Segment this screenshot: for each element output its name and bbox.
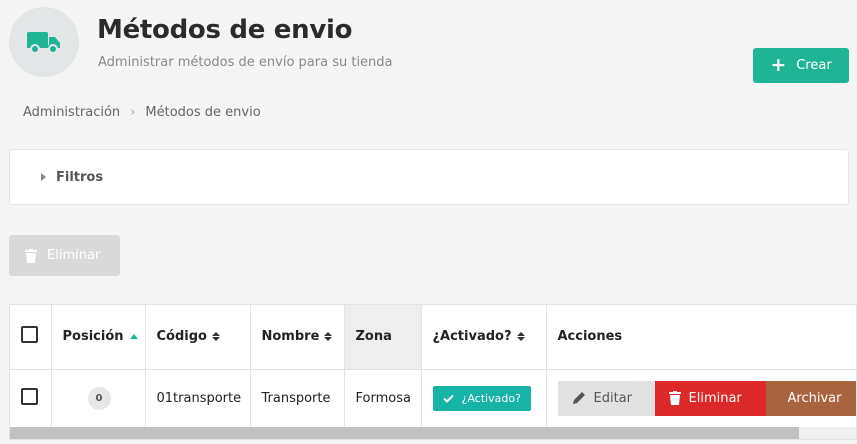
codigo-cell: 01transporte bbox=[145, 369, 251, 427]
column-posicion-label: Posición bbox=[62, 329, 124, 345]
archive-button-label: Archivar bbox=[787, 390, 842, 406]
table-header-row: Posición Código Nombre Zona ¿Activado? A… bbox=[10, 305, 856, 370]
column-zona-label: Zona bbox=[355, 329, 392, 345]
bulk-delete-label: Eliminar bbox=[47, 248, 101, 263]
column-activado[interactable]: ¿Activado? bbox=[421, 305, 547, 370]
plus-icon: + bbox=[770, 54, 787, 76]
page-icon bbox=[9, 7, 79, 77]
row-select-cell bbox=[10, 369, 52, 427]
scrollbar-thumb[interactable] bbox=[10, 427, 799, 439]
zona-cell: Formosa bbox=[344, 369, 422, 427]
table-row: 0 01transporte Transporte Formosa ¿Activ… bbox=[10, 369, 856, 427]
sort-icon bbox=[324, 332, 333, 342]
column-posicion[interactable]: Posición bbox=[51, 305, 146, 370]
create-button-label: Crear bbox=[796, 58, 832, 73]
caret-right-icon bbox=[41, 173, 46, 181]
edit-button[interactable]: Editar bbox=[557, 380, 655, 416]
breadcrumb-item-current: Métodos de envio bbox=[145, 105, 261, 120]
filters-label: Filtros bbox=[56, 169, 104, 185]
column-nombre[interactable]: Nombre bbox=[250, 305, 345, 370]
archive-button[interactable]: Archivar bbox=[765, 380, 856, 416]
shipping-methods-table: Posición Código Nombre Zona ¿Activado? A… bbox=[9, 304, 857, 440]
bulk-delete-button[interactable]: Eliminar bbox=[9, 235, 120, 276]
column-codigo-label: Código bbox=[156, 329, 207, 345]
sort-ascending-icon bbox=[129, 334, 138, 340]
delete-button[interactable]: Eliminar bbox=[654, 380, 766, 416]
breadcrumb-item-admin[interactable]: Administración bbox=[23, 105, 120, 120]
horizontal-scrollbar[interactable] bbox=[10, 427, 856, 439]
position-badge: 0 bbox=[87, 386, 111, 410]
chevron-right-icon: › bbox=[130, 105, 136, 120]
delete-button-label: Eliminar bbox=[688, 390, 742, 406]
column-acciones-label: Acciones bbox=[557, 329, 623, 345]
column-codigo[interactable]: Código bbox=[145, 305, 251, 370]
activado-cell: ¿Activado? bbox=[421, 369, 547, 427]
column-acciones: Acciones bbox=[546, 305, 856, 370]
edit-button-label: Editar bbox=[593, 390, 633, 406]
trash-icon bbox=[668, 391, 681, 406]
column-activado-label: ¿Activado? bbox=[432, 329, 512, 345]
nombre-cell: Transporte bbox=[250, 369, 345, 427]
select-all-cell bbox=[10, 305, 52, 370]
filters-toggle[interactable]: Filtros bbox=[9, 149, 849, 205]
trash-icon bbox=[25, 248, 37, 263]
row-checkbox[interactable] bbox=[21, 387, 38, 405]
sort-icon bbox=[516, 332, 525, 342]
truck-icon bbox=[27, 32, 60, 54]
page-title: Métodos de envio bbox=[97, 15, 353, 45]
select-all-checkbox[interactable] bbox=[21, 326, 38, 344]
pencil-icon bbox=[572, 392, 585, 405]
check-icon bbox=[442, 394, 454, 403]
create-button[interactable]: + Crear bbox=[753, 48, 849, 83]
actions-cell: Editar Eliminar Archivar bbox=[546, 369, 856, 427]
breadcrumb: Administración › Métodos de envio bbox=[23, 105, 261, 120]
column-zona: Zona bbox=[344, 305, 422, 370]
posicion-cell: 0 bbox=[51, 369, 146, 427]
sort-icon bbox=[211, 332, 220, 342]
page-subtitle: Administrar métodos de envío para su tie… bbox=[98, 55, 393, 70]
column-nombre-label: Nombre bbox=[261, 329, 320, 345]
active-status-label: ¿Activado? bbox=[461, 391, 521, 405]
active-status-toggle[interactable]: ¿Activado? bbox=[432, 385, 531, 411]
